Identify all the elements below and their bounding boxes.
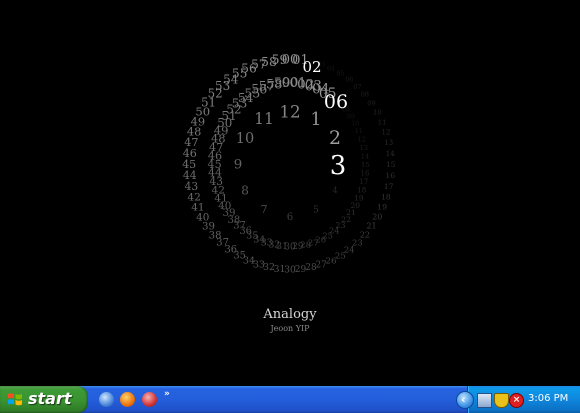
minute-ring-number: 10 (351, 121, 359, 128)
second-ring-number: 17 (384, 182, 394, 191)
hour-display: 3 (330, 151, 347, 181)
minute-ring-number: 09 (347, 113, 355, 120)
second-ring-number: 15 (386, 160, 396, 169)
minute-ring-number: 15 (361, 161, 370, 169)
tray-expand-button[interactable]: ‹ (456, 391, 474, 409)
second-ring-number: 05 (336, 71, 344, 78)
network-icon[interactable] (477, 393, 492, 408)
second-ring-number: 31 (274, 264, 286, 275)
second-ring-number: 26 (325, 256, 336, 266)
quick-launch-more-button[interactable]: » (164, 389, 170, 399)
second-ring-number: 18 (381, 192, 391, 201)
windows-flag-icon (8, 393, 22, 406)
app-icon[interactable] (142, 392, 157, 407)
taskbar-clock[interactable]: 3:06 PM (528, 393, 568, 404)
second-ring-number: 04 (327, 66, 335, 73)
second-ring-number: 28 (305, 263, 317, 273)
second-ring-number: 25 (335, 251, 346, 261)
second-ring-number: 10 (373, 109, 382, 117)
second-ring-number: 14 (386, 149, 396, 158)
minute-ring-number: 13 (360, 144, 368, 152)
hour-number: 2 (329, 127, 341, 149)
hour-number: 11 (254, 110, 274, 128)
minute-ring-number: 14 (361, 152, 370, 160)
firefox-icon[interactable] (120, 392, 135, 407)
start-label: start (28, 389, 72, 408)
internet-explorer-icon[interactable] (99, 392, 114, 407)
hour-number: 6 (287, 212, 293, 223)
second-ring-number: 16 (385, 171, 395, 180)
second-ring-number: 13 (384, 138, 393, 147)
desktop: 00 01 03 04 05 06 07 08 09 10 11 12 13 14 15 16 17 18 19 20… (0, 0, 580, 386)
hour-number: 7 (260, 203, 267, 216)
second-ring-number: 19 (377, 203, 387, 212)
chevron-left-icon: ‹ (461, 393, 466, 406)
minute-ring-number: 12 (358, 136, 366, 144)
second-ring-number: 41 (191, 202, 204, 214)
hour-number: 8 (241, 184, 249, 198)
second-ring-number: 08 (361, 91, 369, 99)
hour-number: 5 (313, 206, 319, 216)
screensaver-author: Jeoon YIP (270, 324, 310, 333)
second-ring-number: 59 (271, 52, 287, 67)
hour-number: 1 (310, 109, 321, 130)
alert-icon[interactable]: × (509, 393, 524, 408)
second-ring-number: 30 (284, 265, 296, 276)
minute-ring-number: 59 (274, 76, 291, 91)
start-button[interactable]: start (0, 386, 88, 413)
second-ring-number: 42 (187, 191, 200, 203)
hour-number: 4 (332, 186, 337, 195)
second-ring-number: 29 (295, 265, 307, 275)
second-ring-number: 11 (378, 118, 387, 126)
minute-display: 06 (324, 91, 348, 113)
hour-number: 10 (236, 131, 254, 147)
security-shield-icon[interactable] (494, 393, 509, 408)
hour-number: 12 (279, 102, 300, 122)
minute-ring-number: 11 (355, 128, 363, 135)
second-ring-number: 06 (345, 77, 353, 84)
taskbar: start » ‹ × 3:06 PM (0, 386, 580, 413)
screensaver-title: Analogy (263, 307, 317, 322)
second-display: 02 (302, 58, 321, 76)
second-ring-number: 27 (315, 260, 326, 270)
hour-number: 9 (234, 158, 243, 173)
second-ring-number: 09 (367, 99, 375, 107)
second-ring-number: 12 (381, 129, 390, 137)
